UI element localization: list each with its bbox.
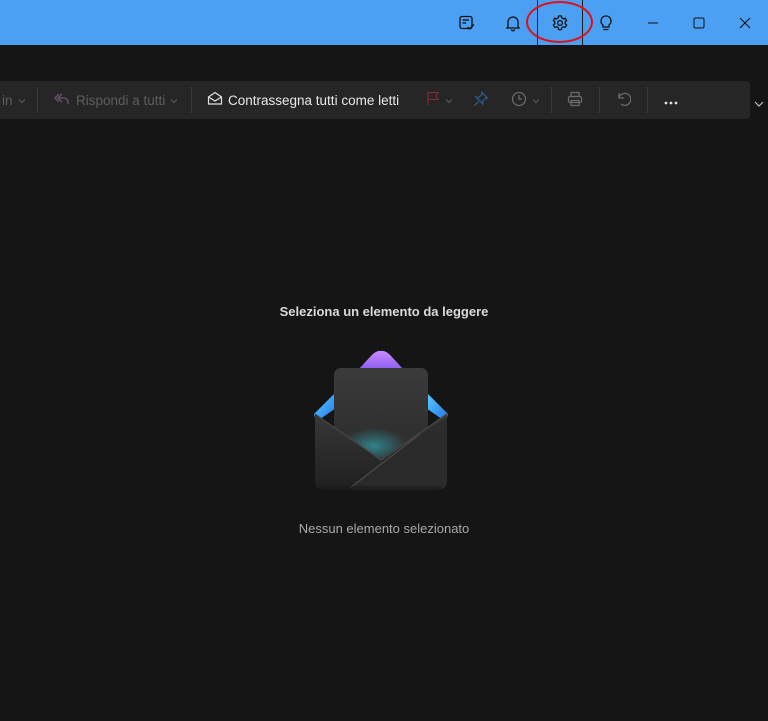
minimize-button[interactable] — [630, 0, 676, 45]
bell-icon — [504, 14, 522, 32]
gear-icon — [551, 14, 569, 32]
mark-all-read-label: Contrassegna tutti come letti — [228, 92, 400, 108]
close-icon — [739, 17, 751, 29]
print-button[interactable] — [567, 81, 583, 119]
chevron-down-icon — [170, 93, 178, 108]
mail-read-icon — [207, 91, 223, 109]
partial-button-label: in — [2, 92, 13, 108]
reply-all-label: Rispondi a tutti — [76, 92, 166, 108]
undo-icon — [615, 91, 632, 110]
tips-button[interactable] — [583, 0, 629, 45]
pin-button[interactable] — [473, 81, 489, 119]
clock-icon — [511, 91, 527, 110]
minimize-icon — [647, 17, 659, 29]
open-envelope-icon — [312, 348, 450, 494]
undo-button[interactable] — [615, 81, 632, 119]
close-button[interactable] — [722, 0, 768, 45]
more-options-button[interactable] — [664, 81, 678, 119]
maximize-icon — [693, 17, 705, 29]
chevron-down-icon — [532, 93, 540, 108]
more-icon — [664, 93, 678, 108]
notifications-button[interactable] — [490, 0, 536, 45]
chevron-down-icon — [18, 93, 26, 108]
pin-icon — [473, 90, 489, 110]
empty-state-subtitle: Nessun elemento selezionato — [298, 521, 470, 536]
toolbar-separator — [599, 87, 600, 113]
note-check-icon — [458, 14, 476, 32]
title-bar — [0, 0, 768, 45]
toolbar-separator — [551, 87, 552, 113]
toolbar-separator — [191, 87, 192, 113]
chevron-down-icon — [445, 93, 453, 108]
lightbulb-icon — [597, 14, 615, 32]
toolbar-expand-button[interactable] — [752, 97, 766, 111]
reply-all-icon — [53, 92, 70, 109]
empty-state-title: Seleziona un elemento da leggere — [279, 304, 489, 319]
partial-button[interactable]: in — [2, 81, 26, 119]
maximize-button[interactable] — [676, 0, 722, 45]
toolbar-separator — [647, 87, 648, 113]
print-icon — [567, 91, 583, 110]
mark-all-read-button[interactable]: Contrassegna tutti come letti — [207, 81, 399, 119]
flag-icon — [426, 91, 440, 109]
reply-all-button[interactable]: Rispondi a tutti — [53, 81, 178, 119]
command-toolbar: in Rispondi a tutti Contrassegna tutti c… — [0, 81, 750, 119]
header-gap — [0, 45, 768, 80]
whats-new-button[interactable] — [444, 0, 490, 45]
flag-button[interactable] — [426, 81, 453, 119]
chevron-down-icon — [754, 95, 764, 113]
snooze-button[interactable] — [511, 81, 540, 119]
settings-button[interactable] — [537, 0, 583, 45]
toolbar-separator — [37, 87, 38, 113]
